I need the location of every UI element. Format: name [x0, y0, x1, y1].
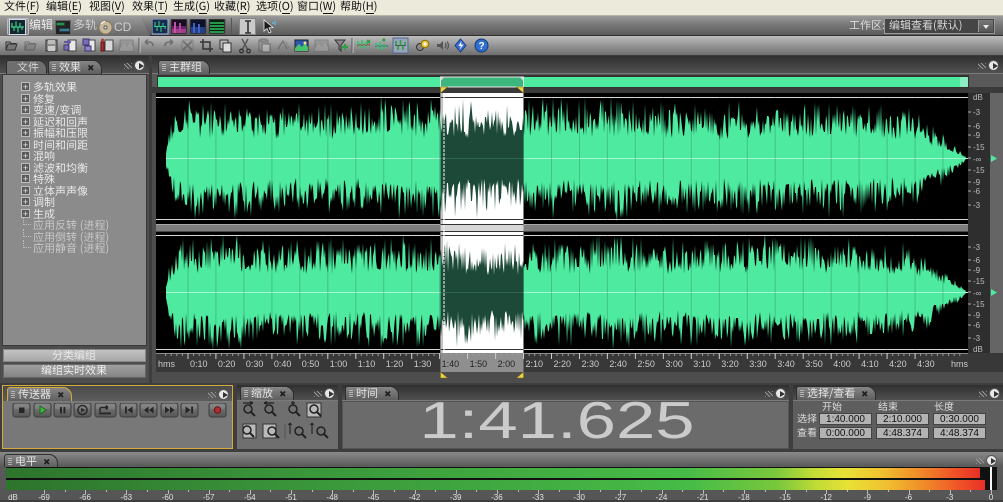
svg-text:4:00: 4:00 [833, 359, 851, 369]
svg-text:0:50: 0:50 [302, 359, 320, 369]
svg-text:-15: -15 [973, 143, 985, 152]
svg-text:-∞: -∞ [973, 155, 982, 164]
svg-text:2:30: 2:30 [582, 359, 600, 369]
svg-text:1:10: 1:10 [358, 359, 376, 369]
svg-text:-6: -6 [973, 256, 981, 265]
svg-text:2:40: 2:40 [609, 359, 627, 369]
svg-text:3:40: 3:40 [777, 359, 795, 369]
svg-text:-15: -15 [973, 300, 985, 309]
svg-text:0:10: 0:10 [190, 359, 208, 369]
svg-text:0:40: 0:40 [274, 359, 292, 369]
svg-text:0:30: 0:30 [246, 359, 264, 369]
svg-text:3:00: 3:00 [665, 359, 683, 369]
svg-text:4:20: 4:20 [889, 359, 907, 369]
svg-text:-9: -9 [973, 311, 981, 320]
svg-text:2:50: 2:50 [637, 359, 655, 369]
svg-text:-6: -6 [973, 321, 981, 330]
svg-text:dB: dB [973, 93, 983, 102]
svg-text:1:50: 1:50 [470, 359, 488, 369]
svg-text:-3: -3 [973, 201, 981, 210]
svg-text:2:00: 2:00 [498, 359, 516, 369]
svg-text:0:20: 0:20 [218, 359, 236, 369]
svg-text:-6: -6 [973, 122, 981, 131]
svg-text:-6: -6 [973, 187, 981, 196]
svg-text:2:10: 2:10 [526, 359, 544, 369]
svg-text:4:30: 4:30 [917, 359, 935, 369]
svg-text:3:30: 3:30 [749, 359, 767, 369]
svg-text:1:00: 1:00 [330, 359, 348, 369]
svg-text:?: ? [478, 41, 484, 52]
svg-text:4:10: 4:10 [861, 359, 879, 369]
svg-text:3:10: 3:10 [693, 359, 711, 369]
svg-text:1:20: 1:20 [386, 359, 404, 369]
svg-text:-3: -3 [973, 334, 981, 343]
svg-text:3:50: 3:50 [805, 359, 823, 369]
svg-text:-15: -15 [973, 277, 985, 286]
svg-text:3:20: 3:20 [721, 359, 739, 369]
svg-text:-3: -3 [973, 243, 981, 252]
svg-text:hms: hms [951, 359, 969, 369]
svg-text:hms: hms [158, 359, 176, 369]
svg-text:-15: -15 [973, 166, 985, 175]
svg-text:-9: -9 [973, 178, 981, 187]
svg-text:-9: -9 [973, 131, 981, 140]
svg-text:2:20: 2:20 [554, 359, 572, 369]
svg-text:1:40: 1:40 [442, 359, 460, 369]
svg-text:-∞: -∞ [973, 289, 982, 298]
svg-text:1:30: 1:30 [414, 359, 432, 369]
svg-text:dB: dB [973, 345, 983, 354]
svg-text:-3: -3 [973, 108, 981, 117]
svg-text:-9: -9 [973, 266, 981, 275]
